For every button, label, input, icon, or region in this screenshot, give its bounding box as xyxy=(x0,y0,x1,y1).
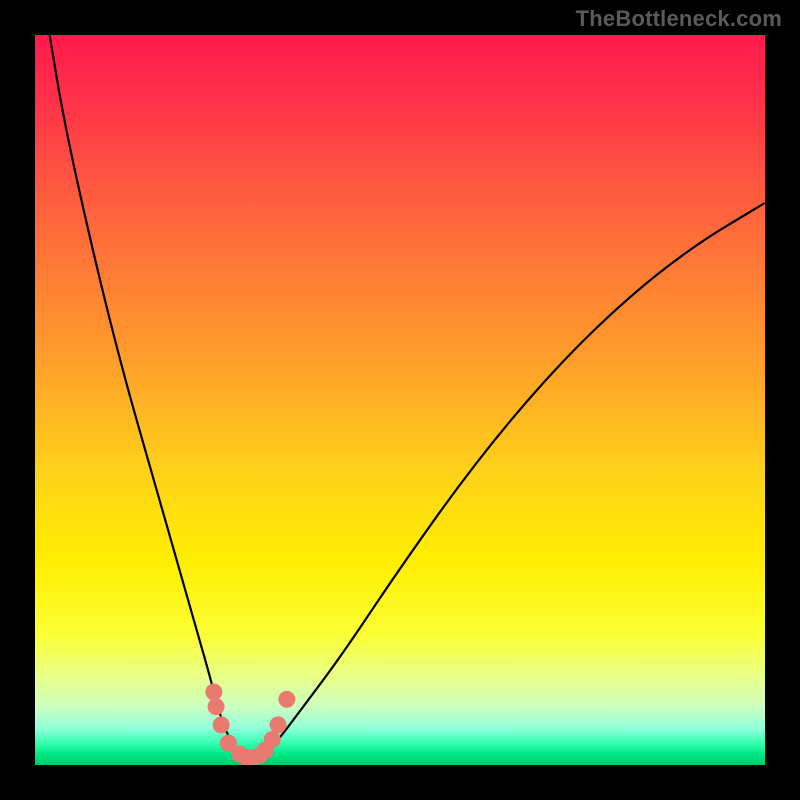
highlight-dot xyxy=(278,691,295,708)
highlight-dot xyxy=(208,698,225,715)
watermark-text: TheBottleneck.com xyxy=(576,6,782,32)
highlight-dot xyxy=(264,731,281,748)
chart-frame: TheBottleneck.com xyxy=(0,0,800,800)
curve-layer xyxy=(35,35,765,765)
highlight-dots xyxy=(205,684,295,766)
plot-area xyxy=(35,35,765,765)
bottleneck-curve xyxy=(50,35,765,758)
highlight-dot xyxy=(270,716,287,733)
highlight-dot xyxy=(213,716,230,733)
highlight-dot xyxy=(205,684,222,701)
